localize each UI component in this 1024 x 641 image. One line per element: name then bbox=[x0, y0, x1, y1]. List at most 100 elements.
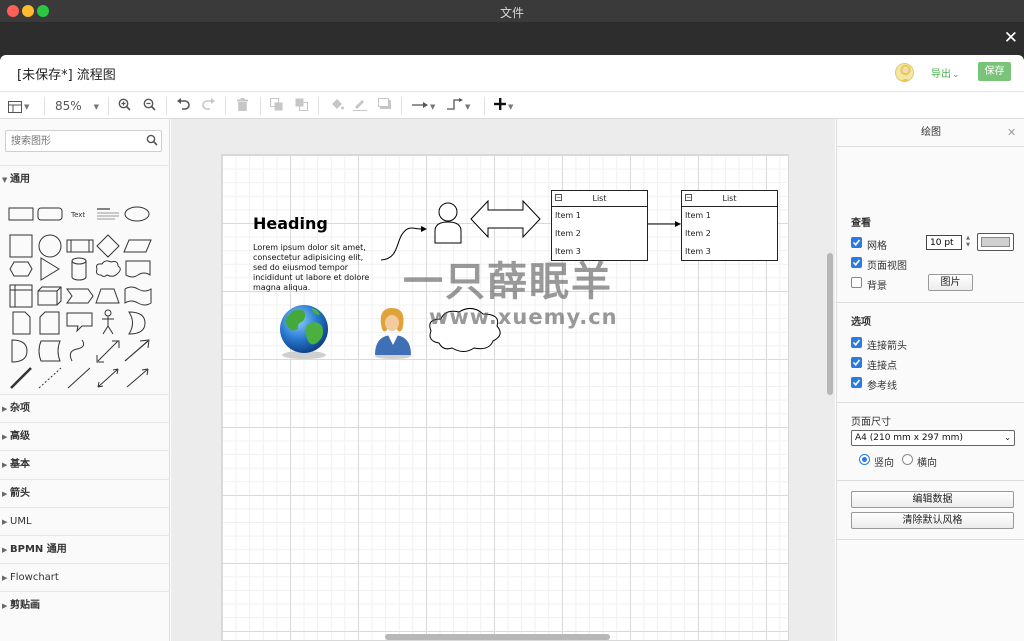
shape-directional-connector[interactable] bbox=[126, 368, 149, 388]
close-icon[interactable]: ✕ bbox=[1004, 30, 1018, 47]
grid-color-button[interactable] bbox=[977, 233, 1014, 251]
heading-text[interactable]: Heading bbox=[253, 214, 328, 233]
portrait-radio[interactable] bbox=[859, 454, 870, 465]
sidebar-section-arrows[interactable]: ▶ 箭头 bbox=[0, 478, 170, 507]
shape-arrow[interactable] bbox=[124, 339, 150, 362]
shape-internal-storage[interactable] bbox=[9, 284, 33, 308]
grid-checkbox[interactable] bbox=[851, 237, 862, 248]
vertical-scrollbar[interactable] bbox=[827, 253, 833, 395]
shape-document[interactable] bbox=[125, 260, 151, 278]
shape-data-storage[interactable] bbox=[38, 340, 61, 362]
list-item[interactable]: Item 1 bbox=[682, 207, 777, 225]
zoom-out-button[interactable] bbox=[143, 98, 156, 114]
sidebar-section-misc[interactable]: ▶ 杂项 bbox=[0, 394, 170, 422]
shape-tape[interactable] bbox=[124, 286, 152, 306]
grid-size-input[interactable] bbox=[926, 235, 962, 250]
to-back-button[interactable] bbox=[295, 98, 309, 114]
shape-search-input[interactable] bbox=[5, 130, 162, 152]
double-arrow-shape[interactable] bbox=[470, 199, 541, 239]
zoom-in-button[interactable] bbox=[118, 98, 131, 114]
connection-points-checkbox[interactable] bbox=[851, 357, 862, 368]
shape-line[interactable] bbox=[67, 367, 91, 389]
shape-actor[interactable] bbox=[102, 309, 114, 335]
collapse-icon[interactable]: − bbox=[685, 194, 692, 201]
shape-square[interactable] bbox=[9, 234, 33, 258]
export-menu-button[interactable]: 导出⌄ bbox=[931, 65, 960, 80]
delete-button[interactable] bbox=[237, 98, 248, 114]
shape-circle[interactable] bbox=[38, 234, 62, 258]
shape-thick-line[interactable] bbox=[10, 367, 32, 389]
grid-size-stepper[interactable]: ▲ ▼ bbox=[964, 235, 972, 250]
horizontal-scrollbar[interactable] bbox=[385, 634, 610, 640]
user-image[interactable] bbox=[375, 308, 411, 359]
diagram-canvas[interactable]: Heading Lorem ipsum dolor sit amet, cons… bbox=[171, 119, 835, 641]
format-panel-toggle[interactable]: ▼ bbox=[8, 98, 29, 114]
shape-trapezoid[interactable] bbox=[95, 288, 120, 304]
save-button[interactable]: 保存 bbox=[978, 62, 1011, 81]
page-view-checkbox[interactable] bbox=[851, 257, 862, 268]
sidebar-section-basic[interactable]: ▶ 基本 bbox=[0, 450, 170, 478]
sidebar-section-uml[interactable]: ▶ UML bbox=[0, 506, 170, 535]
actor-shape[interactable] bbox=[434, 202, 462, 244]
fill-color-button[interactable] bbox=[330, 98, 344, 114]
insert-dropdown[interactable]: ▼ bbox=[494, 98, 513, 114]
shape-ellipse[interactable] bbox=[124, 206, 150, 222]
shape-rounded-rectangle[interactable] bbox=[37, 207, 63, 221]
shape-or[interactable] bbox=[128, 311, 146, 335]
shape-cloud[interactable] bbox=[96, 260, 121, 277]
shape-curve[interactable] bbox=[69, 339, 85, 362]
lorem-text-block[interactable]: Lorem ipsum dolor sit amet, consectetur … bbox=[253, 243, 379, 293]
redo-button[interactable] bbox=[202, 98, 216, 114]
background-checkbox[interactable] bbox=[851, 277, 862, 288]
sidebar-section-clipart[interactable]: ▶ 剪贴画 bbox=[0, 591, 170, 619]
stepper-up-icon[interactable]: ▲ bbox=[964, 235, 972, 242]
shape-callout[interactable] bbox=[66, 312, 93, 333]
shape-delay[interactable] bbox=[11, 339, 28, 363]
user-avatar[interactable] bbox=[895, 63, 914, 82]
stepper-down-icon[interactable]: ▼ bbox=[964, 242, 972, 249]
waypoints-dropdown[interactable]: ▼ bbox=[447, 98, 470, 114]
sidebar-section-general[interactable]: ▼ 通用 bbox=[0, 165, 170, 193]
shape-parallelogram[interactable] bbox=[123, 239, 152, 253]
shape-triangle[interactable] bbox=[40, 257, 60, 281]
connection-arrows-checkbox[interactable] bbox=[851, 337, 862, 348]
shape-hexagon[interactable] bbox=[9, 261, 33, 277]
collapse-icon[interactable]: − bbox=[555, 194, 562, 201]
globe-image[interactable] bbox=[280, 305, 328, 359]
shape-cylinder[interactable] bbox=[71, 257, 87, 281]
connection-style-dropdown[interactable]: ▼ bbox=[412, 98, 435, 114]
shape-cube[interactable] bbox=[37, 286, 62, 306]
shape-process[interactable] bbox=[66, 239, 94, 253]
list-shape-2[interactable]: − List Item 1 Item 2 Item 3 bbox=[681, 190, 778, 261]
shape-bidirectional-connector[interactable] bbox=[97, 368, 119, 388]
zoom-dropdown[interactable]: 85% ▼ bbox=[55, 98, 101, 114]
search-icon[interactable] bbox=[146, 134, 158, 146]
list-item[interactable]: Item 2 bbox=[552, 225, 647, 243]
shadow-button[interactable] bbox=[378, 98, 392, 114]
list-item[interactable]: Item 2 bbox=[682, 225, 777, 243]
shape-step[interactable] bbox=[66, 288, 94, 304]
shape-diamond[interactable] bbox=[96, 234, 120, 258]
background-image-button[interactable]: 图片 bbox=[928, 274, 973, 291]
shape-text[interactable]: Text bbox=[70, 211, 85, 219]
shape-dashed-line[interactable] bbox=[38, 367, 62, 389]
sidebar-section-advanced[interactable]: ▶ 高级 bbox=[0, 422, 170, 450]
line-color-button[interactable] bbox=[353, 98, 367, 114]
close-icon[interactable]: ✕ bbox=[1007, 126, 1016, 139]
to-front-button[interactable] bbox=[270, 98, 284, 114]
list-item[interactable]: Item 1 bbox=[552, 207, 647, 225]
undo-button[interactable] bbox=[176, 98, 190, 114]
shape-textbox[interactable] bbox=[97, 208, 119, 220]
shape-bidirectional-arrow[interactable] bbox=[96, 340, 120, 363]
landscape-radio[interactable] bbox=[902, 454, 913, 465]
clear-default-style-button[interactable]: 清除默认风格 bbox=[851, 512, 1014, 529]
guides-checkbox[interactable] bbox=[851, 377, 862, 388]
sidebar-section-flowchart[interactable]: ▶ Flowchart bbox=[0, 563, 170, 591]
edit-data-button[interactable]: 编辑数据 bbox=[851, 491, 1014, 508]
shape-card[interactable] bbox=[39, 311, 60, 335]
shape-note[interactable] bbox=[12, 311, 31, 335]
page-size-select[interactable]: A4 (210 mm x 297 mm) ⌄ bbox=[851, 430, 1015, 446]
shape-rectangle[interactable] bbox=[8, 207, 34, 221]
list-item[interactable]: Item 3 bbox=[682, 243, 777, 261]
sidebar-section-bpmn-general[interactable]: ▶ BPMN 通用 bbox=[0, 535, 170, 563]
